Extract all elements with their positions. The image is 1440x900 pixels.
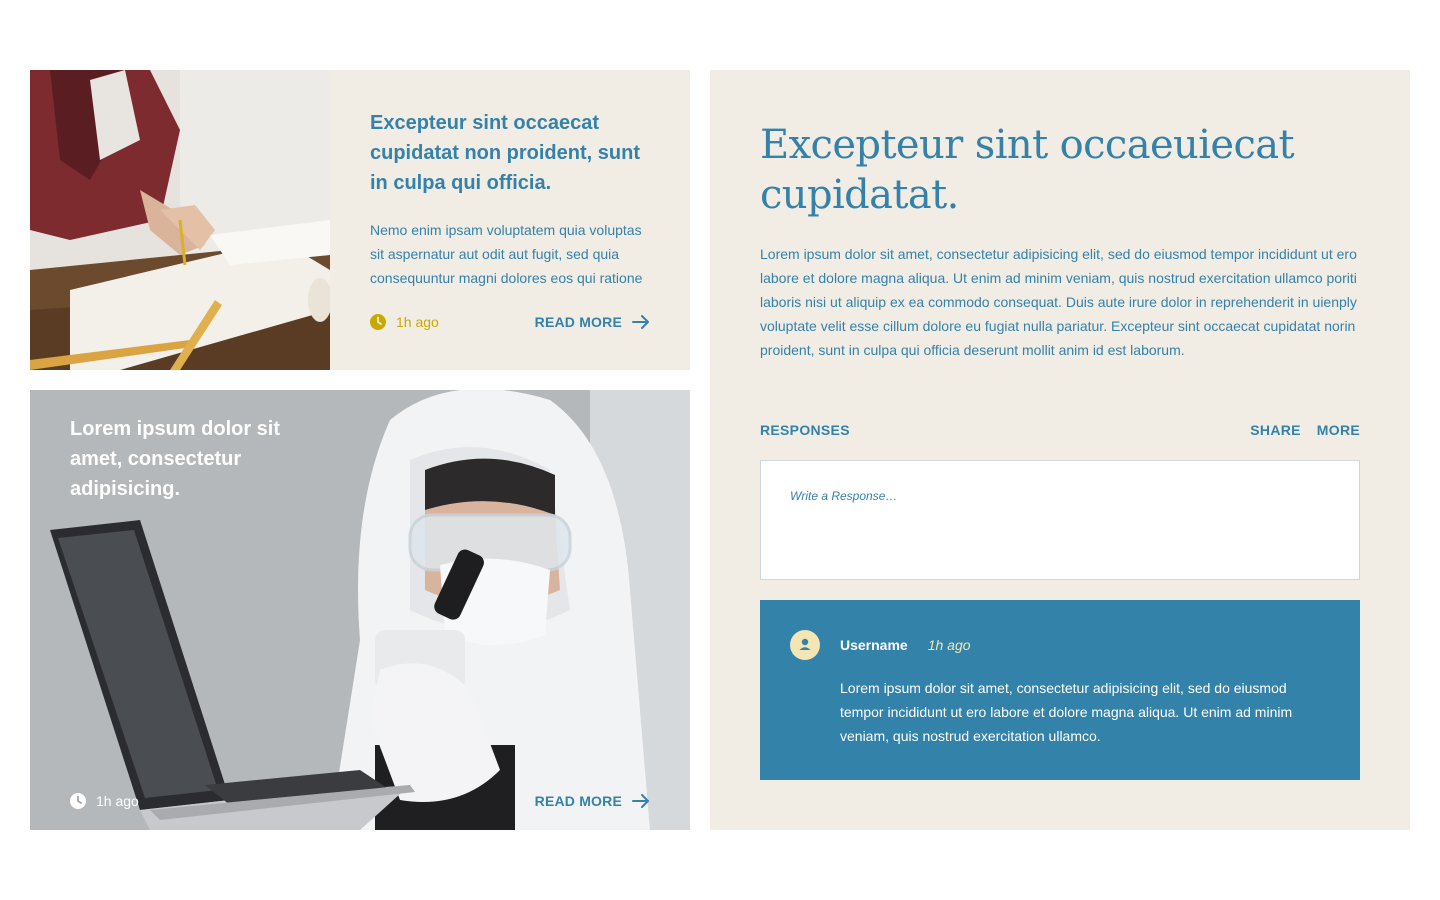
article-actions: SHARE MORE [1250,422,1360,438]
image-post-title[interactable]: Lorem ipsum dolor sit amet, consectetur … [70,414,310,504]
article-body: Lorem ipsum dolor sit amet, consectetur … [760,246,1357,358]
drafting-photo-illustration [30,70,330,370]
comment-username[interactable]: Username [840,637,908,653]
featured-post-excerpt: Nemo enim ipsam voluptatem quia voluptas… [370,222,643,286]
featured-post-card: Excepteur sint occaecat cupidatat non pr… [30,70,690,370]
comment-time: 1h ago [927,637,971,653]
user-icon [799,638,811,650]
arrow-right-icon [632,794,649,808]
post-time-label: 1h ago [96,793,139,809]
comment-header: Username 1h ago [840,637,971,653]
clock-icon [370,314,386,330]
clock-icon [70,793,86,809]
article-title: Excepteur sint occaeuiecat cupidatat. [760,122,1295,218]
read-more-label: READ MORE [534,314,622,330]
comment-text: Lorem ipsum dolor sit amet, consectetur … [840,680,1293,744]
read-more-link[interactable]: READ MORE [535,793,650,809]
featured-post-meta: 1h ago READ MORE [370,312,650,332]
read-more-link[interactable]: READ MORE [535,314,650,330]
featured-post-body: Excepteur sint occaecat cupidatat non pr… [330,70,690,370]
article-panel: Excepteur sint occaeuiecat cupidatat. Lo… [710,70,1410,830]
post-time: 1h ago [70,793,139,809]
featured-post-title[interactable]: Excepteur sint occaecat cupidatat non pr… [370,108,650,198]
responses-label: RESPONSES [760,422,850,438]
image-post-card[interactable]: Lorem ipsum dolor sit amet, consectetur … [30,390,690,830]
arrow-right-icon [632,315,649,329]
read-more-label: READ MORE [534,793,622,809]
comment-card: Username 1h ago Lorem ipsum dolor sit am… [760,600,1360,780]
image-post-meta: 1h ago READ MORE [70,791,650,811]
post-thumbnail-drafting[interactable] [30,70,330,370]
share-button[interactable]: SHARE [1250,422,1301,438]
response-box [760,460,1360,580]
response-input[interactable] [761,461,1359,579]
more-button[interactable]: MORE [1317,422,1360,438]
avatar[interactable] [790,630,820,660]
post-time-label: 1h ago [396,314,439,330]
post-time: 1h ago [370,314,439,330]
responses-bar: RESPONSES SHARE MORE [760,422,1360,438]
